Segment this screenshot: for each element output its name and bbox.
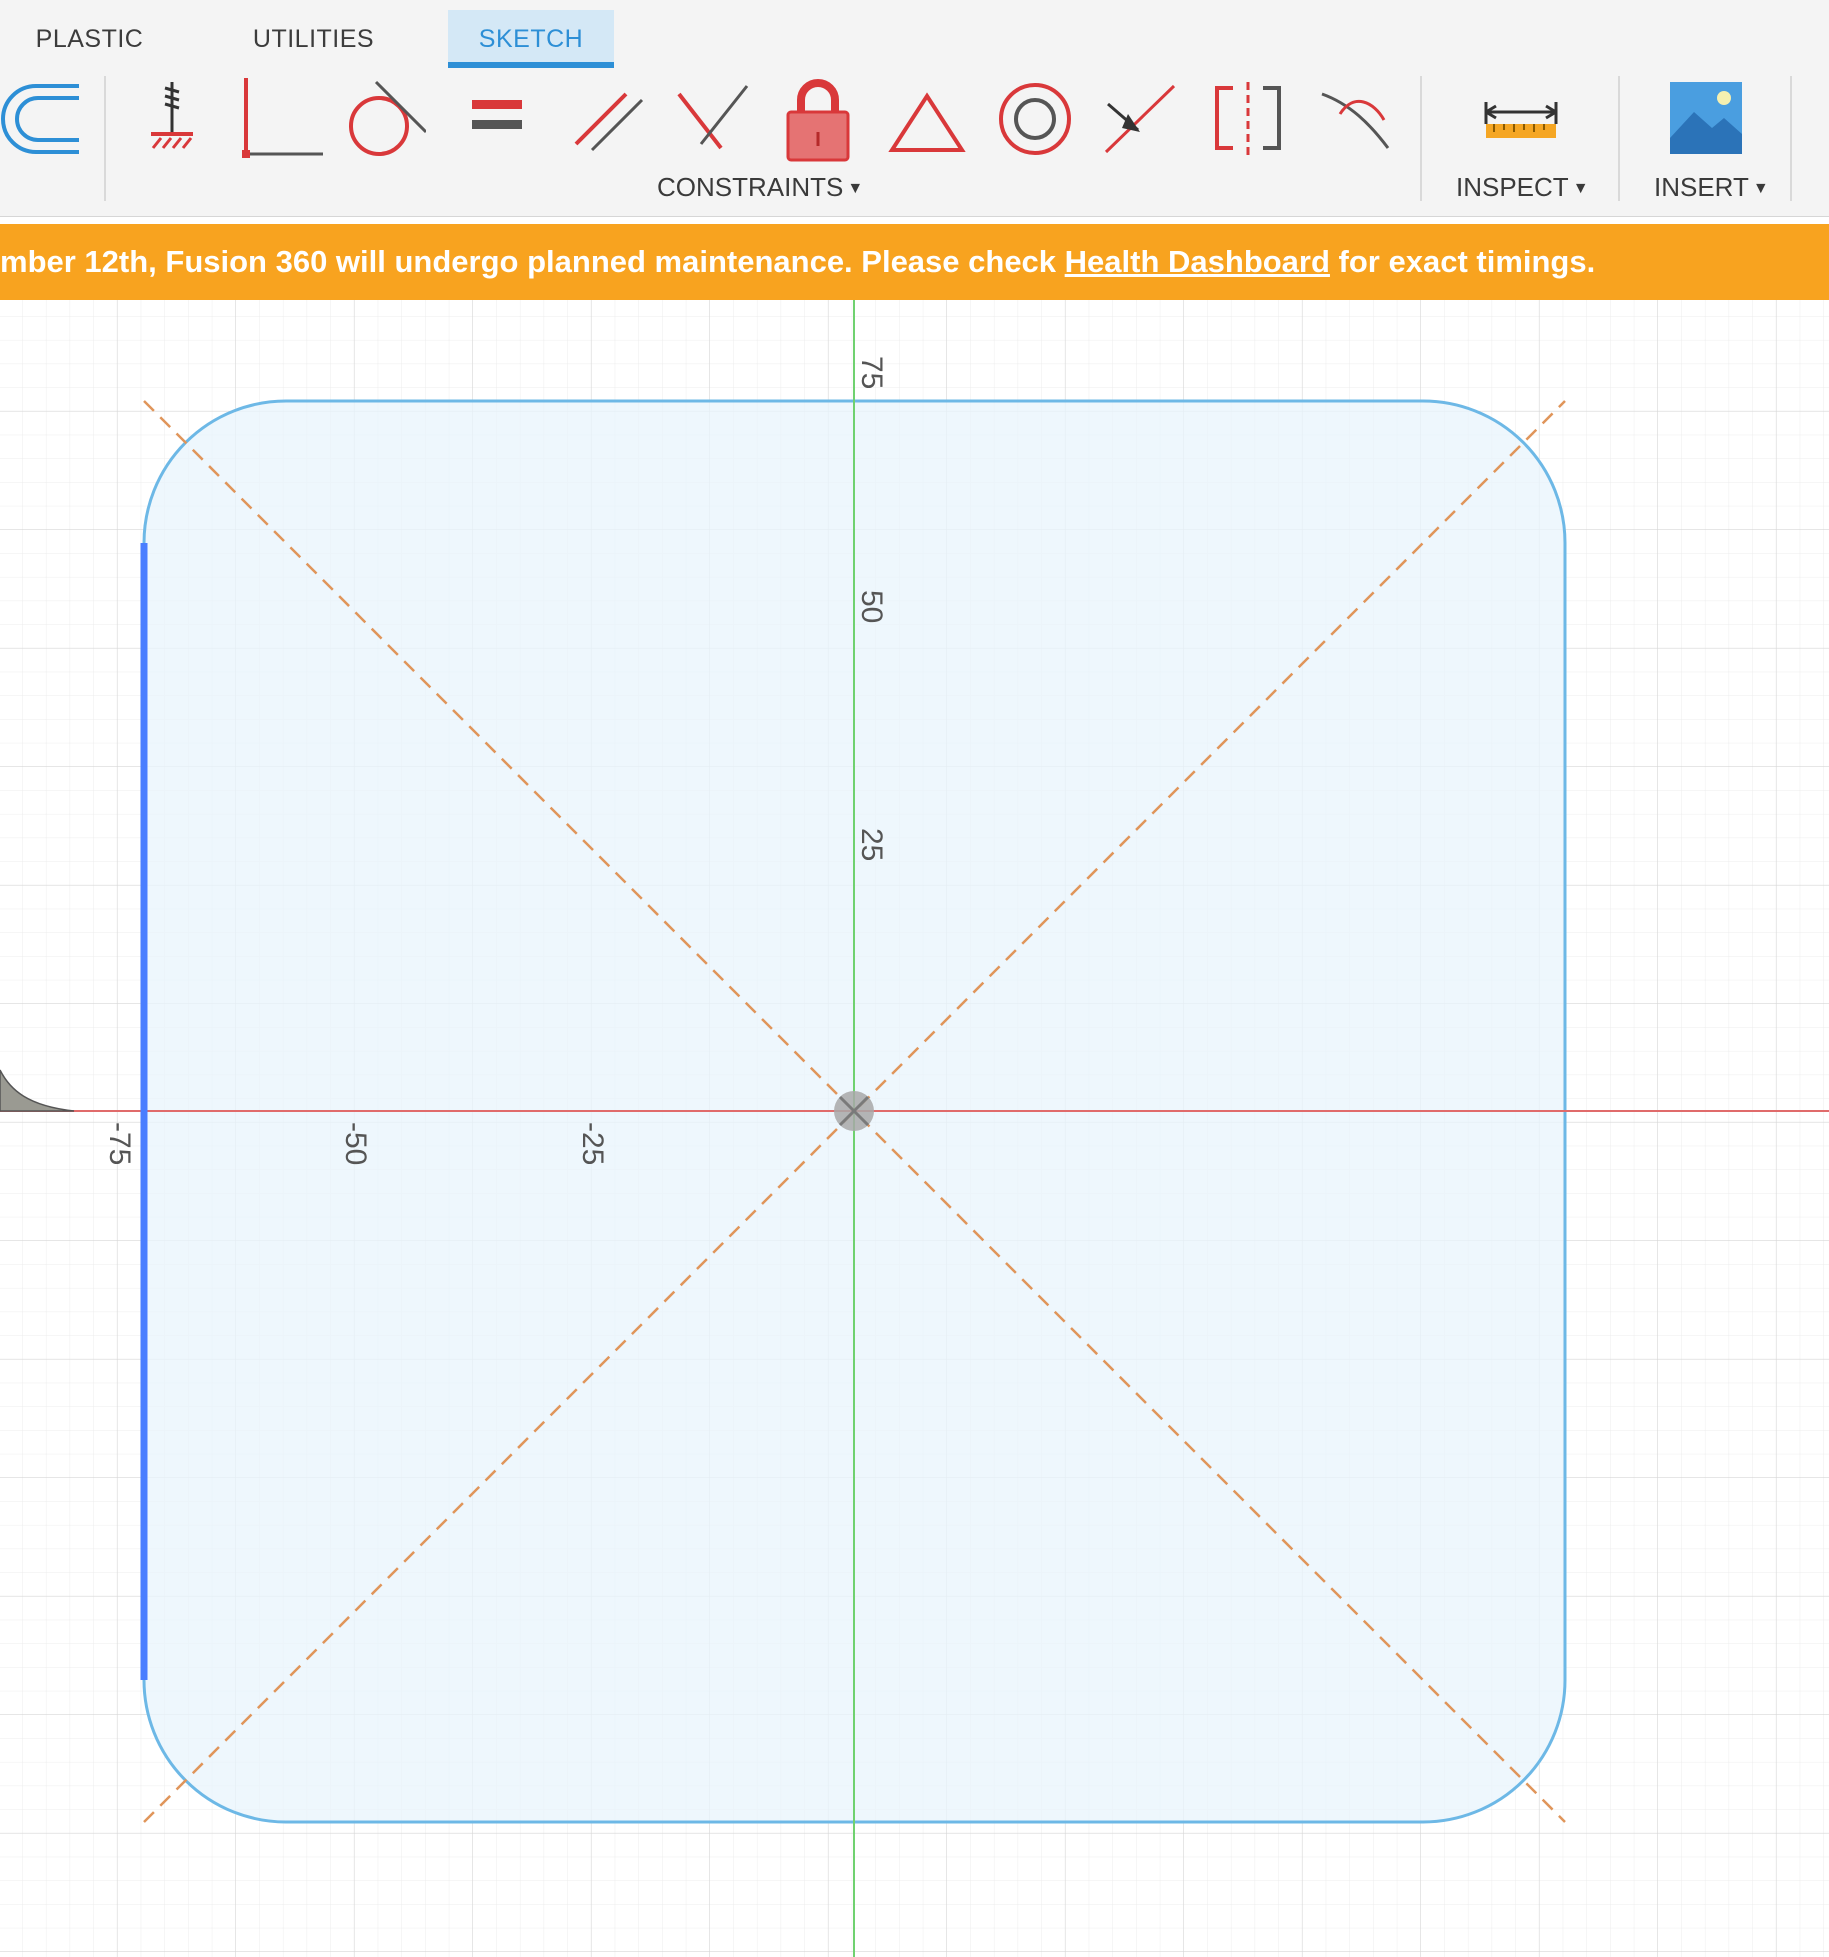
- inspect-menu[interactable]: INSPECT ▼: [1456, 172, 1589, 203]
- sketch-canvas[interactable]: 75 50 25 -75 -50 -25: [0, 300, 1829, 1957]
- x-tick-label: -25: [576, 1122, 609, 1165]
- inspect-label: INSPECT: [1456, 172, 1569, 202]
- triangle-icon[interactable]: [882, 74, 972, 164]
- health-dashboard-link[interactable]: Health Dashboard: [1065, 244, 1330, 279]
- fix-unfix-icon[interactable]: [127, 74, 217, 164]
- insert-label: INSERT: [1654, 172, 1749, 202]
- insert-menu[interactable]: INSERT ▼: [1654, 172, 1769, 203]
- separator: [1790, 76, 1792, 201]
- concentric-icon[interactable]: [990, 74, 1080, 164]
- equal-icon[interactable]: [452, 74, 542, 164]
- banner-text: mber 12th, Fusion 360 will undergo plann…: [0, 224, 1595, 300]
- tab-sketch[interactable]: SKETCH: [448, 10, 614, 68]
- offset-icon[interactable]: [0, 74, 84, 164]
- separator: [1618, 76, 1620, 201]
- maintenance-banner: mber 12th, Fusion 360 will undergo plann…: [0, 224, 1829, 300]
- x-tick-label: -50: [339, 1122, 372, 1165]
- parallel-icon[interactable]: [560, 74, 650, 164]
- separator: [104, 76, 106, 201]
- dropdown-caret-icon: ▼: [847, 180, 864, 197]
- coincident-icon[interactable]: [237, 74, 327, 164]
- origin-icon[interactable]: [834, 1091, 874, 1131]
- dropdown-caret-icon: ▼: [1572, 180, 1589, 197]
- banner-text-end: for exact timings.: [1329, 244, 1596, 279]
- midpoint-icon[interactable]: [1098, 74, 1188, 164]
- insert-image-icon[interactable]: [1660, 74, 1750, 164]
- tangent-icon[interactable]: [336, 74, 426, 164]
- measure-icon[interactable]: [1476, 74, 1566, 164]
- symmetry-icon[interactable]: [1203, 74, 1293, 164]
- tab-plastic[interactable]: PLASTIC: [12, 10, 167, 68]
- y-tick-label: 50: [855, 590, 888, 623]
- y-tick-label: 75: [855, 356, 888, 389]
- sketch-toolbar: PLASTIC UTILITIES SKETCH CONSTRAINTS ▼ I…: [0, 0, 1829, 217]
- constraints-label: CONSTRAINTS: [657, 172, 844, 202]
- perpendicular-icon[interactable]: [667, 74, 757, 164]
- curvature-icon[interactable]: [1310, 74, 1400, 164]
- dropdown-caret-icon: ▼: [1752, 180, 1769, 197]
- tab-utilities[interactable]: UTILITIES: [236, 10, 391, 68]
- y-tick-label: 25: [855, 828, 888, 861]
- constraints-menu[interactable]: CONSTRAINTS ▼: [657, 172, 863, 203]
- separator: [1420, 76, 1422, 201]
- lock-icon[interactable]: [773, 74, 863, 164]
- x-tick-label: -75: [103, 1122, 136, 1165]
- banner-text-start: mber 12th, Fusion 360 will undergo plann…: [0, 244, 1065, 279]
